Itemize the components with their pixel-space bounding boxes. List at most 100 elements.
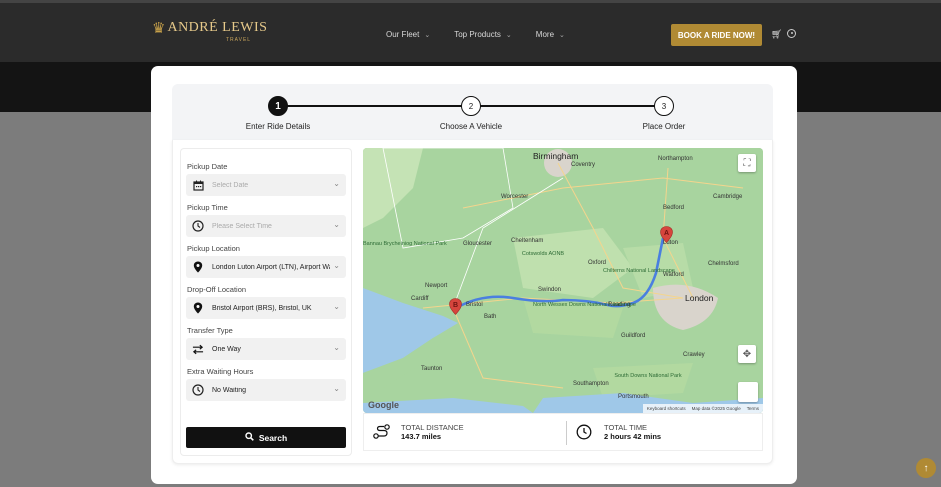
map-label-bath: Bath	[484, 314, 497, 320]
dropoff-location-label: Drop-Off Location	[187, 285, 247, 294]
map-label-cardiff: Cardiff	[411, 296, 429, 302]
arrow-up-icon: ↑	[923, 462, 929, 474]
step-2-circle[interactable]: 2	[461, 96, 481, 116]
map-label-guildford: Guildford	[621, 333, 646, 339]
map-label-watford: Watford	[663, 272, 684, 278]
route-map[interactable]: Birmingham Coventry Worcester Northampto…	[363, 148, 763, 413]
nav-our-fleet[interactable]: Our Fleet ⌄	[386, 30, 430, 39]
main-nav: Our Fleet ⌄ Top Products ⌄ More ⌄	[386, 30, 565, 39]
pan-control-icon[interactable]: ✥	[738, 345, 756, 363]
pickup-time-placeholder: Please Select Time	[212, 222, 272, 230]
map-label-cambridge: Cambridge	[713, 194, 743, 200]
keyboard-shortcuts-link[interactable]: Keyboard shortcuts	[647, 406, 686, 411]
map-terrain	[363, 148, 763, 413]
marker-b-label: B	[453, 302, 458, 309]
calendar-icon	[192, 179, 204, 191]
chevron-down-icon: ⌄	[333, 302, 340, 311]
chevron-down-icon: ⌄	[333, 261, 340, 270]
brand-logo[interactable]: ♛ ANDRÉ LEWIS TRAVEL	[152, 20, 268, 44]
search-label: Search	[258, 432, 288, 443]
book-ride-button[interactable]: BOOK A RIDE NOW!	[671, 24, 762, 46]
search-button[interactable]: Search	[186, 427, 346, 448]
clock-icon	[575, 423, 593, 441]
chevron-down-icon: ⌄	[333, 343, 340, 352]
map-label-london: London	[685, 293, 714, 303]
map-label-worcester: Worcester	[501, 194, 529, 200]
extra-waiting-field[interactable]: No Waiting ⌄	[186, 379, 346, 401]
transfer-type-value: One Way	[212, 345, 241, 353]
map-label-gloucester: Gloucester	[463, 241, 493, 247]
chevron-down-icon: ⌄	[424, 31, 431, 39]
pickup-location-value: London Luton Airport (LTN), Airport Way,…	[212, 263, 330, 271]
pickup-date-field[interactable]: Select Date ⌄	[186, 174, 346, 196]
map-label-cotswolds: Cotswolds AONB	[521, 251, 565, 257]
brand-sub: TRAVEL	[226, 37, 252, 43]
map-label-brecon: Bannau Brycheiniog National Park	[363, 241, 447, 247]
map-label-newport: Newport	[425, 283, 448, 289]
nav-top-products[interactable]: Top Products ⌄	[454, 30, 512, 39]
user-icon[interactable]	[787, 29, 796, 38]
map-footer: Keyboard shortcuts Map data ©2025 Google…	[642, 404, 763, 413]
step-1-circle[interactable]: 1	[268, 96, 288, 116]
location-pin-icon	[192, 261, 204, 273]
pickup-location-field[interactable]: London Luton Airport (LTN), Airport Way,…	[186, 256, 346, 278]
extra-waiting-label: Extra Waiting Hours	[187, 367, 254, 376]
map-label-birmingham: Birmingham	[533, 151, 579, 161]
time-label: TOTAL TIME	[604, 423, 648, 432]
chevron-down-icon: ⌄	[333, 384, 340, 393]
route-icon	[373, 423, 391, 441]
marker-a-icon[interactable]: A	[660, 226, 673, 243]
search-icon	[245, 432, 254, 443]
map-label-chelmsford: Chelmsford	[708, 261, 739, 267]
chevron-down-icon: ⌄	[333, 179, 340, 188]
pickup-date-placeholder: Select Date	[212, 181, 249, 189]
map-label-bedford: Bedford	[663, 205, 685, 211]
transfer-arrows-icon	[192, 343, 204, 355]
nav-label: Our Fleet	[386, 30, 420, 39]
distance-label: TOTAL DISTANCE	[401, 423, 464, 432]
map-label-bristol: Bristol	[466, 302, 483, 308]
transfer-type-field[interactable]: One Way ⌄	[186, 338, 346, 360]
step-1-label: Enter Ride Details	[245, 122, 311, 131]
map-label-northampton: Northampton	[658, 156, 693, 162]
pickup-date-label: Pickup Date	[187, 162, 228, 171]
map-label-south-downs: South Downs National Park	[614, 373, 682, 379]
crown-icon: ♛	[152, 20, 166, 37]
marker-b-icon[interactable]: B	[449, 298, 462, 315]
map-label-coventry: Coventry	[571, 162, 596, 168]
dropoff-location-value: Bristol Airport (BRS), Bristol, UK	[212, 304, 312, 312]
step-2-label: Choose A Vehicle	[439, 122, 503, 131]
street-view-icon[interactable]	[738, 382, 758, 402]
map-label-north-wessex: North Wessex Downs National Landscape	[533, 302, 636, 308]
nav-more[interactable]: More ⌄	[536, 30, 565, 39]
route-stats: TOTAL DISTANCE 143.7 miles TOTAL TIME 2 …	[363, 413, 763, 451]
step-3-circle[interactable]: 3	[654, 96, 674, 116]
site-header: ♛ ANDRÉ LEWIS TRAVEL Our Fleet ⌄ Top Prod…	[0, 0, 941, 62]
map-attribution: Map data ©2025 Google	[691, 406, 741, 411]
map-label-portsmouth: Portsmouth	[618, 394, 649, 400]
map-terms-link[interactable]: Terms	[747, 406, 759, 411]
map-label-crawley: Crawley	[683, 352, 705, 358]
distance-value: 143.7 miles	[401, 432, 442, 441]
time-value: 2 hours 42 mins	[604, 432, 662, 441]
chevron-down-icon: ⌄	[505, 31, 512, 39]
step-3-label: Place Order	[642, 122, 686, 131]
stepper: 1 2 3 Enter Ride Details Choose A Vehicl…	[172, 84, 773, 140]
clock-icon	[192, 384, 204, 396]
map-label-swindon: Swindon	[538, 287, 562, 293]
chevron-down-icon: ⌄	[333, 220, 340, 229]
transfer-type-label: Transfer Type	[187, 326, 233, 335]
cart-icon[interactable]: 🛒︎	[771, 29, 782, 40]
location-pin-icon	[192, 302, 204, 314]
google-logo: Google	[368, 400, 399, 410]
divider	[566, 421, 567, 445]
pickup-time-field[interactable]: Please Select Time ⌄	[186, 215, 346, 237]
chevron-down-icon: ⌄	[559, 31, 565, 39]
dropoff-location-field[interactable]: Bristol Airport (BRS), Bristol, UK ⌄	[186, 297, 346, 319]
fullscreen-icon[interactable]: ⛶	[738, 154, 756, 172]
map-label-cheltenham: Cheltenham	[511, 238, 544, 244]
marker-a-label: A	[664, 230, 669, 237]
clock-icon	[192, 220, 204, 232]
brand-name: ANDRÉ LEWIS	[167, 20, 268, 35]
back-to-top-button[interactable]: ↑	[916, 458, 936, 478]
